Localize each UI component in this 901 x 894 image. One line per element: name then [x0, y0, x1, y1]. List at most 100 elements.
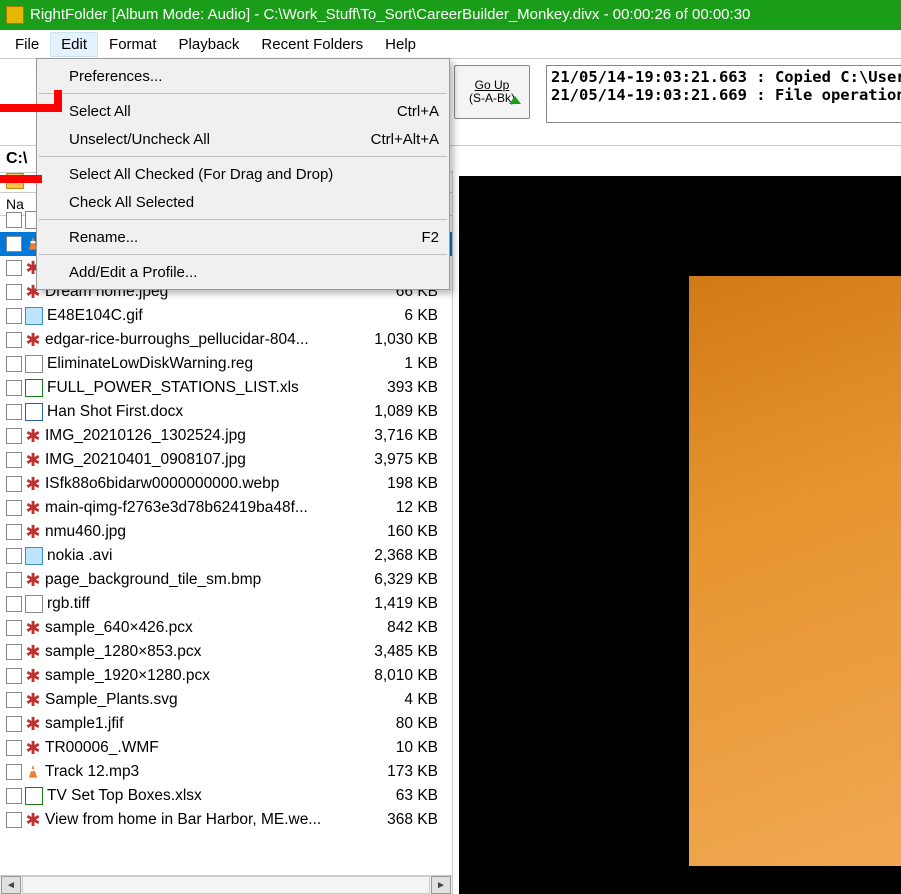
file-row[interactable]: ✱sample_1280×853.pcx3,485 KB: [0, 640, 452, 664]
menu-file[interactable]: File: [4, 32, 50, 57]
file-row[interactable]: nokia .avi2,368 KB: [0, 544, 452, 568]
scroll-left-icon[interactable]: ◄: [1, 876, 21, 894]
file-checkbox[interactable]: [6, 788, 22, 804]
file-checkbox[interactable]: [6, 476, 22, 492]
file-list[interactable]: C++ Myths.pdf299 KBCareerBuilder_Monkey.…: [0, 208, 452, 875]
file-checkbox[interactable]: [6, 212, 22, 228]
log-line: 21/05/14-19:03:21.669 : File operation d: [551, 86, 901, 104]
file-size: 3,716 KB: [348, 427, 452, 445]
file-checkbox[interactable]: [6, 620, 22, 636]
file-checkbox[interactable]: [6, 356, 22, 372]
file-row[interactable]: ✱ISfk88o6bidarw0000000000.webp198 KB: [0, 472, 452, 496]
current-path: C:\: [6, 150, 27, 168]
file-checkbox[interactable]: [6, 572, 22, 588]
file-icon: ✱: [25, 572, 41, 588]
menu-edit[interactable]: Edit: [50, 32, 98, 57]
file-size: 173 KB: [348, 763, 452, 781]
file-row[interactable]: EliminateLowDiskWarning.reg1 KB: [0, 352, 452, 376]
file-checkbox[interactable]: [6, 428, 22, 444]
file-row[interactable]: rgb.tiff1,419 KB: [0, 592, 452, 616]
menu-item-label: Preferences...: [69, 68, 162, 85]
file-row[interactable]: E48E104C.gif6 KB: [0, 304, 452, 328]
file-checkbox[interactable]: [6, 596, 22, 612]
document-icon: [25, 355, 43, 373]
menubar: File Edit Format Playback Recent Folders…: [0, 30, 901, 59]
file-name: IMG_20210126_1302524.jpg: [45, 427, 348, 445]
file-checkbox[interactable]: [6, 332, 22, 348]
menu-item[interactable]: Add/Edit a Profile...: [37, 258, 449, 286]
menu-item[interactable]: Select AllCtrl+A: [37, 97, 449, 125]
file-checkbox[interactable]: [6, 260, 22, 276]
file-checkbox[interactable]: [6, 692, 22, 708]
menu-help[interactable]: Help: [374, 32, 427, 57]
go-up-button[interactable]: Go Up (S-A-Bk): [454, 65, 530, 119]
menu-item[interactable]: Unselect/Uncheck AllCtrl+Alt+A: [37, 125, 449, 153]
file-row[interactable]: Han Shot First.docx1,089 KB: [0, 400, 452, 424]
file-size: 3,975 KB: [348, 451, 452, 469]
file-row[interactable]: ✱IMG_20210126_1302524.jpg3,716 KB: [0, 424, 452, 448]
file-checkbox[interactable]: [6, 284, 22, 300]
file-checkbox[interactable]: [6, 740, 22, 756]
file-row[interactable]: FULL_POWER_STATIONS_LIST.xls393 KB: [0, 376, 452, 400]
file-name: E48E104C.gif: [47, 307, 348, 325]
image-icon: [25, 547, 43, 565]
menu-format[interactable]: Format: [98, 32, 168, 57]
arrow-up-icon: [509, 96, 521, 104]
file-icon: ✱: [25, 740, 41, 756]
file-row[interactable]: ✱IMG_20210401_0908107.jpg3,975 KB: [0, 448, 452, 472]
file-checkbox[interactable]: [6, 812, 22, 828]
file-checkbox[interactable]: [6, 716, 22, 732]
video-frame: [689, 276, 901, 866]
file-checkbox[interactable]: [6, 548, 22, 564]
menu-item-accel: Ctrl+Alt+A: [371, 131, 439, 148]
file-name: Han Shot First.docx: [47, 403, 348, 421]
file-name: sample_1280×853.pcx: [45, 643, 348, 661]
file-checkbox[interactable]: [6, 236, 22, 252]
file-row[interactable]: ✱sample_1920×1280.pcx8,010 KB: [0, 664, 452, 688]
video-preview[interactable]: [459, 176, 901, 894]
scroll-track[interactable]: [22, 876, 430, 894]
file-row[interactable]: ✱sample1.jfif80 KB: [0, 712, 452, 736]
file-size: 198 KB: [348, 475, 452, 493]
menu-playback[interactable]: Playback: [168, 32, 251, 57]
file-row[interactable]: Track 12.mp3173 KB: [0, 760, 452, 784]
file-row[interactable]: ✱edgar-rice-burroughs_pellucidar-804...1…: [0, 328, 452, 352]
file-checkbox[interactable]: [6, 668, 22, 684]
file-row[interactable]: ✱TR00006_.WMF10 KB: [0, 736, 452, 760]
file-icon: ✱: [25, 620, 41, 636]
file-icon: ✱: [25, 668, 41, 684]
horizontal-scrollbar[interactable]: ◄ ►: [0, 875, 452, 894]
file-checkbox[interactable]: [6, 524, 22, 540]
file-row[interactable]: ✱page_background_tile_sm.bmp6,329 KB: [0, 568, 452, 592]
file-row[interactable]: TV Set Top Boxes.xlsx63 KB: [0, 784, 452, 808]
file-checkbox[interactable]: [6, 308, 22, 324]
menu-item[interactable]: Select All Checked (For Drag and Drop): [37, 160, 449, 188]
file-row[interactable]: ✱nmu460.jpg160 KB: [0, 520, 452, 544]
file-size: 6,329 KB: [348, 571, 452, 589]
file-checkbox[interactable]: [6, 380, 22, 396]
file-checkbox[interactable]: [6, 452, 22, 468]
menu-item[interactable]: Preferences...: [37, 62, 449, 90]
file-row[interactable]: ✱View from home in Bar Harbor, ME.we...3…: [0, 808, 452, 832]
menu-recent-folders[interactable]: Recent Folders: [250, 32, 374, 57]
file-row[interactable]: ✱sample_640×426.pcx842 KB: [0, 616, 452, 640]
edit-dropdown[interactable]: Preferences... Select AllCtrl+AUnselect/U…: [36, 58, 450, 290]
file-checkbox[interactable]: [6, 404, 22, 420]
menu-item[interactable]: Rename...F2: [37, 223, 449, 251]
log-line: 21/05/14-19:03:21.663 : Copied C:\User: [551, 68, 901, 86]
file-size: 368 KB: [348, 811, 452, 829]
scroll-right-icon[interactable]: ►: [431, 876, 451, 894]
preview-panel: [453, 170, 901, 894]
file-checkbox[interactable]: [6, 644, 22, 660]
file-name: FULL_POWER_STATIONS_LIST.xls: [47, 379, 348, 397]
menu-item[interactable]: Check All Selected: [37, 188, 449, 216]
file-row[interactable]: ✱main-qimg-f2763e3d78b62419ba48f...12 KB: [0, 496, 452, 520]
file-icon: ✱: [25, 524, 41, 540]
menu-separator: [39, 254, 447, 255]
file-row[interactable]: ✱Sample_Plants.svg4 KB: [0, 688, 452, 712]
file-size: 3,485 KB: [348, 643, 452, 661]
file-checkbox[interactable]: [6, 500, 22, 516]
file-checkbox[interactable]: [6, 764, 22, 780]
file-name: main-qimg-f2763e3d78b62419ba48f...: [45, 499, 348, 517]
file-name: Track 12.mp3: [45, 763, 348, 781]
